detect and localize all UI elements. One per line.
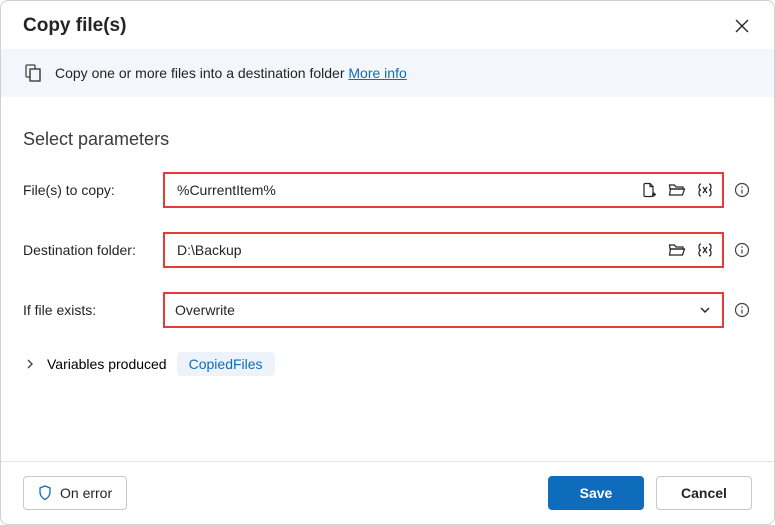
dialog-footer: On error Save Cancel [1,461,774,524]
row-files-to-copy: File(s) to copy: [23,172,752,208]
info-button-files[interactable] [732,180,752,200]
variables-label: Variables produced [47,356,167,372]
row-if-exists: If file exists: Overwrite [23,292,752,328]
folder-open-icon [668,242,686,258]
if-exists-select[interactable]: Overwrite [163,292,724,328]
dialog-header: Copy file(s) [1,1,774,49]
info-icon [734,242,750,258]
more-info-link[interactable]: More info [348,65,406,81]
cancel-label: Cancel [681,485,727,501]
on-error-label: On error [60,485,112,501]
browse-folder-button[interactable] [666,179,688,201]
info-button-exists[interactable] [732,300,752,320]
field-wrap-exists: Overwrite [163,292,752,328]
on-error-button[interactable]: On error [23,476,127,510]
info-icon [734,302,750,318]
label-files-to-copy: File(s) to copy: [23,182,163,198]
info-icon [734,182,750,198]
save-label: Save [580,485,613,501]
select-file-button[interactable] [638,179,660,201]
field-wrap-files [163,172,752,208]
shield-icon [38,485,52,501]
cancel-button[interactable]: Cancel [656,476,752,510]
close-button[interactable] [732,16,752,36]
field-wrap-dest [163,232,752,268]
info-button-dest[interactable] [732,240,752,260]
row-destination: Destination folder: [23,232,752,268]
footer-right-buttons: Save Cancel [548,476,752,510]
save-button[interactable]: Save [548,476,644,510]
dialog-title: Copy file(s) [23,15,126,37]
if-exists-value: Overwrite [175,302,694,318]
variable-icon [696,242,714,258]
chevron-right-icon [24,358,36,370]
banner-text: Copy one or more files into a destinatio… [55,65,348,81]
destination-input[interactable] [175,241,666,259]
info-banner: Copy one or more files into a destinatio… [1,49,774,97]
dialog-content: Select parameters File(s) to copy: [1,97,774,461]
banner-text-wrap: Copy one or more files into a destinatio… [55,65,407,81]
browse-folder-button-dest[interactable] [666,239,688,261]
label-destination: Destination folder: [23,242,163,258]
copy-files-icon [23,63,43,83]
dropdown-toggle[interactable] [694,299,716,321]
variables-expand-toggle[interactable] [23,357,37,371]
label-if-exists: If file exists: [23,302,163,318]
variables-produced-row: Variables produced CopiedFiles [23,352,752,376]
section-title: Select parameters [23,129,752,150]
variable-icon [696,182,714,198]
file-add-icon [641,182,657,198]
files-to-copy-field[interactable] [163,172,724,208]
chevron-down-icon [698,303,712,317]
variable-chip-copiedfiles[interactable]: CopiedFiles [177,352,275,376]
copy-files-dialog: Copy file(s) Copy one or more files into… [0,0,775,525]
destination-field[interactable] [163,232,724,268]
folder-open-icon [668,182,686,198]
files-to-copy-input[interactable] [175,181,638,199]
variable-picker-button[interactable] [694,179,716,201]
close-icon [735,19,749,33]
variable-picker-button-dest[interactable] [694,239,716,261]
